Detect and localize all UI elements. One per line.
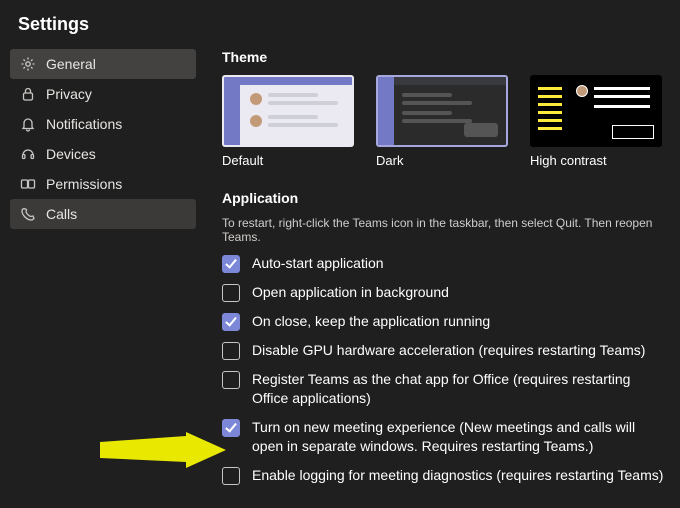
app-option-label: Turn on new meeting experience (New meet… [252,418,666,456]
bell-icon [20,116,36,132]
checkbox[interactable] [222,313,240,331]
app-option-label: Disable GPU hardware acceleration (requi… [252,341,645,360]
app-option-label: Auto-start application [252,254,384,273]
checkbox[interactable] [222,419,240,437]
headset-icon [20,146,36,162]
app-option: Enable logging for meeting diagnostics (… [222,466,666,485]
app-option-label: Enable logging for meeting diagnostics (… [252,466,663,485]
sidebar-item-permissions[interactable]: Permissions [10,169,196,199]
sidebar-item-calls[interactable]: Calls [10,199,196,229]
app-option: Auto-start application [222,254,666,273]
app-option-label: Open application in background [252,283,449,302]
sidebar-item-notifications[interactable]: Notifications [10,109,196,139]
application-helper-text: To restart, right-click the Teams icon i… [222,216,666,244]
sidebar-item-privacy[interactable]: Privacy [10,79,196,109]
app-option: Turn on new meeting experience (New meet… [222,418,666,456]
app-option: On close, keep the application running [222,312,666,331]
app-option: Open application in background [222,283,666,302]
permissions-icon [20,176,36,192]
checkbox[interactable] [222,284,240,302]
application-heading: Application [222,190,666,206]
checkbox[interactable] [222,255,240,273]
checkbox[interactable] [222,467,240,485]
settings-sidebar: General Privacy Notifications Devices Permis… [10,49,196,495]
theme-thumbnail [222,75,354,147]
lock-icon [20,86,36,102]
sidebar-item-label: Calls [46,206,77,222]
app-option-label: Register Teams as the chat app for Offic… [252,370,666,408]
theme-label: High contrast [530,153,662,168]
phone-icon [20,206,36,222]
theme-thumbnail [530,75,662,147]
sidebar-item-label: Devices [46,146,96,162]
theme-option-dark[interactable]: Dark [376,75,508,168]
theme-heading: Theme [222,49,666,65]
checkbox[interactable] [222,371,240,389]
sidebar-item-label: General [46,56,96,72]
checkbox[interactable] [222,342,240,360]
sidebar-item-label: Notifications [46,116,122,132]
app-option-label: On close, keep the application running [252,312,490,331]
sidebar-item-devices[interactable]: Devices [10,139,196,169]
theme-label: Dark [376,153,508,168]
theme-option-default[interactable]: Default [222,75,354,168]
gear-icon [20,56,36,72]
sidebar-item-label: Permissions [46,176,122,192]
sidebar-item-general[interactable]: General [10,49,196,79]
app-option: Disable GPU hardware acceleration (requi… [222,341,666,360]
theme-label: Default [222,153,354,168]
sidebar-item-label: Privacy [46,86,92,102]
app-option: Register Teams as the chat app for Offic… [222,370,666,408]
page-title: Settings [0,0,680,35]
theme-thumbnail [376,75,508,147]
theme-option-high-contrast[interactable]: High contrast [530,75,662,168]
